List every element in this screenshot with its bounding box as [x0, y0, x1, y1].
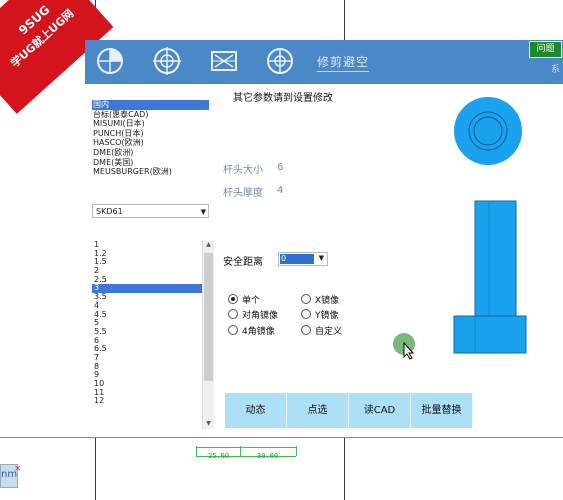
part-side-view — [453, 200, 527, 354]
radio-diagonal-mirror[interactable]: 对角镜像 — [228, 308, 278, 321]
circle-cross-icon[interactable] — [152, 46, 182, 76]
radio-unchecked-icon[interactable] — [228, 309, 238, 319]
radio-x-mirror[interactable]: X镜像 — [301, 293, 339, 306]
list-item[interactable]: 6 — [92, 336, 209, 346]
radio-label: 4角镜像 — [242, 327, 275, 337]
list-item[interactable]: 台标(惠泰CAD) — [92, 110, 209, 120]
list-item[interactable]: 3 — [92, 284, 209, 294]
list-item[interactable]: HASCO(欧洲) — [92, 138, 209, 148]
dimension-line — [196, 447, 296, 448]
list-item[interactable]: 5.5 — [92, 327, 209, 337]
list-item[interactable]: DME(美国) — [92, 158, 209, 168]
head-size-label: 杆头大小 — [223, 165, 263, 176]
mouse-pointer-icon — [403, 342, 415, 360]
list-item[interactable]: 1.2 — [92, 249, 209, 259]
settings-hint: 其它参数请到设置修改 — [233, 93, 333, 104]
radio-checked-icon[interactable] — [228, 294, 238, 304]
radio-unchecked-icon[interactable] — [228, 325, 238, 335]
dimension-tick — [296, 446, 297, 456]
radio-single[interactable]: 单个 — [228, 293, 260, 306]
radio-unchecked-icon[interactable] — [301, 325, 311, 335]
list-item[interactable]: 8 — [92, 362, 209, 372]
dialog-title: 修剪避空 — [317, 53, 370, 72]
dialog-toolbar: 修剪避空 问题 系 — [85, 40, 563, 84]
list-item[interactable]: 4.5 — [92, 310, 209, 320]
radio-label: 自定义 — [315, 327, 343, 337]
list-item[interactable]: 5 — [92, 318, 209, 328]
radio-unchecked-icon[interactable] — [301, 294, 311, 304]
list-item[interactable]: 10 — [92, 379, 209, 389]
toolbar-side-text: 系 — [551, 65, 561, 75]
list-item[interactable]: DME(欧洲) — [92, 148, 209, 158]
size-list[interactable]: 1 1.2 1.5 2 2.5 3 3.5 4 4.5 5 5.5 6 6.5 … — [92, 240, 214, 429]
list-item[interactable]: 4 — [92, 301, 209, 311]
radio-label: 对角镜像 — [242, 311, 279, 321]
radio-unchecked-icon[interactable] — [301, 309, 311, 319]
head-size-value: 6 — [277, 162, 284, 173]
close-tab-icon[interactable]: × — [14, 464, 22, 474]
list-item[interactable]: 1 — [92, 240, 209, 250]
list-item[interactable]: MISUMI(日本) — [92, 119, 209, 129]
material-value: SKD61 — [96, 207, 123, 216]
list-item[interactable]: 3.5 — [92, 292, 209, 302]
batch-replace-button[interactable]: 批量替换 — [411, 393, 473, 428]
list-item[interactable]: 国内 — [92, 100, 209, 110]
safe-distance-select[interactable]: 0 ▼ — [278, 252, 328, 266]
radio-y-mirror[interactable]: Y镜像 — [301, 308, 339, 321]
radio-label: 单个 — [242, 296, 261, 306]
radio-label: Y镜像 — [315, 311, 339, 321]
list-item[interactable]: PUNCH(日本) — [92, 129, 209, 139]
list-item[interactable]: 11 — [92, 388, 209, 398]
scroll-thumb[interactable] — [204, 253, 213, 381]
part-top-view — [454, 97, 522, 165]
dimension-label-25: 25.00 — [208, 452, 230, 460]
dimension-label-30: 30.00 — [257, 452, 279, 460]
radio-custom[interactable]: 自定义 — [301, 324, 342, 337]
list-item[interactable]: 2.5 — [92, 275, 209, 285]
read-cad-button[interactable]: 读CAD — [349, 393, 411, 428]
list-item[interactable]: 1.5 — [92, 258, 209, 267]
radio-label: X镜像 — [315, 296, 340, 306]
list-item[interactable]: 2 — [92, 266, 209, 276]
list-item[interactable]: 12 — [92, 397, 209, 406]
size-list-scrollbar[interactable]: ▲ ▼ — [202, 241, 214, 429]
radio-four-corner-mirror[interactable]: 4角镜像 — [228, 324, 275, 337]
head-thickness-value: 4 — [277, 185, 284, 196]
list-item[interactable]: 9 — [92, 371, 209, 380]
material-select[interactable]: SKD61 ▼ — [92, 204, 209, 218]
chevron-down-icon[interactable]: ▼ — [319, 254, 324, 262]
dynamic-button[interactable]: 动态 — [225, 393, 287, 428]
standard-list[interactable]: 国内 台标(惠泰CAD) MISUMI(日本) PUNCH(日本) HASCO(… — [92, 100, 209, 180]
help-button[interactable]: 问题 — [529, 41, 562, 58]
list-item[interactable]: 7 — [92, 353, 209, 363]
box-hourglass-icon[interactable] — [209, 46, 239, 76]
trim-clearance-dialog: 修剪避空 问题 系 其它参数请到设置修改 国内 台标(惠泰CAD) MISUMI… — [85, 40, 563, 437]
circle-cross-small-icon[interactable] — [265, 46, 295, 76]
list-item[interactable]: MEUSBURGER(欧洲) — [92, 167, 209, 177]
scroll-down-icon[interactable]: ▼ — [204, 420, 213, 429]
head-thickness-label: 杆头厚度 — [223, 188, 263, 199]
point-select-button[interactable]: 点选 — [287, 393, 349, 428]
safe-distance-label: 安全距离 — [223, 257, 263, 268]
cad-axis-line — [0, 437, 563, 438]
chevron-down-icon[interactable]: ▼ — [201, 205, 206, 219]
list-item[interactable]: 6.5 — [92, 345, 209, 354]
safe-distance-value: 0 — [280, 254, 314, 264]
circle-quadrant-icon[interactable] — [95, 46, 125, 76]
scroll-up-icon[interactable]: ▲ — [204, 241, 213, 250]
